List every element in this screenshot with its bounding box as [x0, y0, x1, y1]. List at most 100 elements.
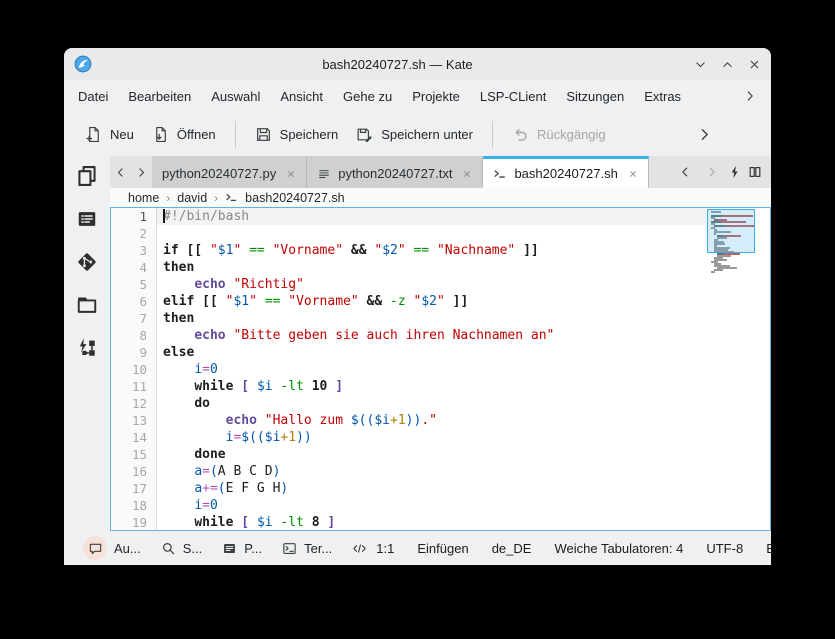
tab-scroll-right-button[interactable] — [131, 156, 152, 188]
code-token — [515, 243, 523, 258]
code-token — [304, 379, 312, 394]
code-token: " — [374, 243, 382, 258]
code-editor[interactable]: 1#!/bin/bash23if [[ "$1" == "Vorname" &&… — [110, 207, 771, 531]
menu-item-sitzungen[interactable]: Sitzungen — [556, 84, 634, 109]
statusbar-output-button[interactable]: Au... — [74, 532, 150, 564]
tab-scroll-left-button[interactable] — [110, 156, 131, 188]
sidebar-symbol-outline-button[interactable] — [72, 204, 102, 234]
status-highlight-mode[interactable]: Bash — [766, 541, 771, 556]
statusbar-right: 1:1 Einfügen de_DE Weiche Tabulatoren: 4 UTF… — [376, 541, 771, 556]
menubar-overflow-button[interactable] — [743, 89, 757, 103]
code-line-17[interactable]: 17 a+=(E F G H) — [111, 480, 770, 497]
status-cursor-position[interactable]: 1:1 — [376, 541, 394, 556]
menu-item-lsp-client[interactable]: LSP-CLient — [470, 84, 556, 109]
code-line-14[interactable]: 14 i=$(($i+1)) — [111, 429, 770, 446]
statusbar-left: Au...S...P...Ter... — [74, 532, 376, 564]
menu-item-extras[interactable]: Extras — [634, 84, 691, 109]
code-line-6[interactable]: 6elif [[ "$1" == "Vorname" && -z "$2" ]] — [111, 293, 770, 310]
code-token: $(($i — [241, 430, 280, 445]
code-line-4[interactable]: 4then — [111, 259, 770, 276]
symbol-list-icon — [76, 208, 98, 230]
code-angle-icon — [352, 541, 367, 556]
code-token: ) — [273, 464, 281, 479]
menu-item-datei[interactable]: Datei — [68, 84, 118, 109]
sidebar-documents-button[interactable] — [72, 161, 102, 191]
code-token: -lt — [280, 379, 303, 394]
toolbar-button-label: Rückgängig — [537, 127, 606, 142]
code-line-2[interactable]: 2 — [111, 225, 770, 242]
öffnen-button[interactable]: Öffnen — [143, 120, 225, 149]
status-input-mode[interactable]: Einfügen — [417, 541, 468, 556]
sidebar-git-button[interactable] — [72, 247, 102, 277]
line-number: 18 — [111, 497, 157, 514]
code-token: ]] — [453, 294, 469, 309]
status-encoding[interactable]: UTF-8 — [706, 541, 743, 556]
code-token: a — [194, 481, 202, 496]
code-line-16[interactable]: 16 a=(A B C D) — [111, 463, 770, 480]
speech-bubble-icon — [88, 541, 103, 556]
split-view-button[interactable] — [748, 165, 762, 179]
code-line-12[interactable]: 12 do — [111, 395, 770, 412]
tab-bash20240727.sh[interactable]: bash20240727.sh — [483, 156, 648, 188]
statusbar-projects-button[interactable]: P... — [213, 537, 271, 560]
sidebar-filesystem-browser-button[interactable] — [72, 290, 102, 320]
maximize-button[interactable] — [721, 58, 734, 71]
tab-close-button[interactable] — [462, 169, 472, 179]
code-line-3[interactable]: 3if [[ "$1" == "Vorname" && "$2" == "Nac… — [111, 242, 770, 259]
tab-python20240727.py[interactable]: python20240727.py — [152, 156, 307, 188]
code-line-13[interactable]: 13 echo "Hallo zum $(($i+1))." — [111, 412, 770, 429]
statusbar-search-replace-button[interactable]: S... — [152, 537, 212, 560]
menu-item-ansicht[interactable]: Ansicht — [270, 84, 333, 109]
history-back-button[interactable] — [674, 165, 695, 179]
neu-button[interactable]: Neu — [76, 120, 143, 149]
code-line-19[interactable]: 19 while [ $i -lt 8 ] — [111, 514, 770, 531]
code-token: && — [367, 294, 383, 309]
code-token: while — [194, 379, 233, 394]
sidebar-lsp-symbols-button[interactable] — [72, 333, 102, 363]
code-line-15[interactable]: 15 done — [111, 446, 770, 463]
breadcrumb-segment[interactable]: david — [177, 191, 207, 205]
statusbar-diagnostics-button[interactable] — [343, 537, 376, 560]
code-line-11[interactable]: 11 while [ $i -lt 10 ] — [111, 378, 770, 395]
code-line-18[interactable]: 18 i=0 — [111, 497, 770, 514]
statusbar-terminal-button[interactable]: Ter... — [273, 537, 341, 560]
minimize-button[interactable] — [694, 58, 707, 71]
code-token: done — [194, 447, 225, 462]
code-token: 0 — [210, 498, 218, 513]
breadcrumb-segment[interactable]: home — [128, 191, 159, 205]
toolbar-overflow-button[interactable] — [696, 126, 713, 143]
speichern-unter-button[interactable]: Speichern unter — [347, 120, 482, 149]
close-button[interactable] — [748, 58, 761, 71]
code-line-8[interactable]: 8 echo "Bitte geben sie auch ihren Nachn… — [111, 327, 770, 344]
menu-item-auswahl[interactable]: Auswahl — [201, 84, 270, 109]
window-controls — [694, 58, 761, 71]
code-line-5[interactable]: 5 echo "Richtig" — [111, 276, 770, 293]
code-token — [163, 430, 226, 445]
code-token: ]] — [523, 243, 539, 258]
history-forward-button[interactable] — [701, 165, 722, 179]
minimap-viewport[interactable] — [707, 209, 755, 253]
titlebar[interactable]: bash20240727.sh — Kate — [64, 48, 771, 80]
rückgängig-button[interactable]: Rückgängig — [503, 120, 615, 149]
save-as-icon — [356, 126, 373, 143]
minimap-scrollbar[interactable] — [706, 208, 770, 530]
code-line-1[interactable]: 1#!/bin/bash — [111, 208, 770, 225]
tab-close-button[interactable] — [628, 169, 638, 179]
tabbar: python20240727.pypython20240727.txtbash2… — [110, 156, 771, 188]
tab-python20240727.txt[interactable]: python20240727.txt — [307, 156, 483, 188]
quick-open-button[interactable] — [728, 165, 742, 179]
status-dictionary[interactable]: de_DE — [492, 541, 532, 556]
code-line-10[interactable]: 10 i=0 — [111, 361, 770, 378]
menu-item-bearbeiten[interactable]: Bearbeiten — [118, 84, 201, 109]
menu-item-gehe-zu[interactable]: Gehe zu — [333, 84, 402, 109]
tab-close-button[interactable] — [286, 169, 296, 179]
code-line-9[interactable]: 9else — [111, 344, 770, 361]
terminal-script-icon — [225, 191, 238, 204]
code-line-7[interactable]: 7then — [111, 310, 770, 327]
code-token — [445, 294, 453, 309]
line-number: 15 — [111, 446, 157, 463]
menu-item-projekte[interactable]: Projekte — [402, 84, 470, 109]
tabs: python20240727.pypython20240727.txtbash2… — [152, 156, 649, 188]
status-tab-mode[interactable]: Weiche Tabulatoren: 4 — [554, 541, 683, 556]
speichern-button[interactable]: Speichern — [246, 120, 348, 149]
